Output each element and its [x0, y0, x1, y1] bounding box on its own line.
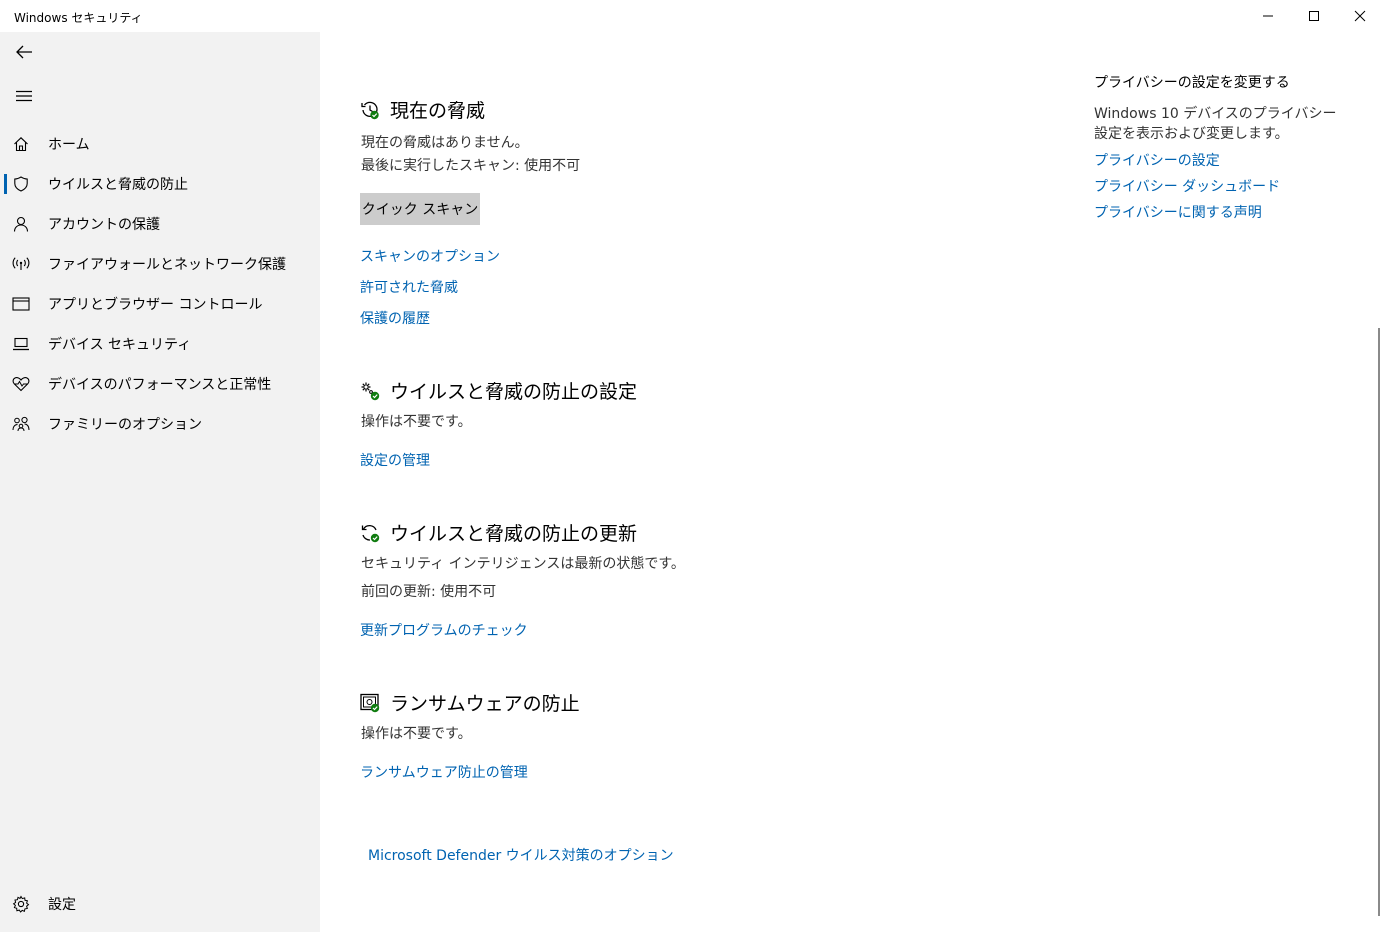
sidebar-item-account-protection[interactable]: アカウントの保護	[0, 204, 320, 244]
wireless-icon	[0, 244, 42, 284]
maximize-button[interactable]	[1291, 0, 1337, 32]
threat-status-text: 現在の脅威はありません。	[361, 135, 529, 151]
section-title: ウイルスと脅威の防止の更新	[390, 523, 638, 545]
sidebar-item-label: ウイルスと脅威の防止	[48, 177, 188, 193]
minimize-icon	[1263, 15, 1273, 17]
sidebar-item-home[interactable]: ホーム	[0, 124, 320, 164]
privacy-dashboard-link[interactable]: プライバシー ダッシュボード	[1094, 176, 1280, 196]
sidebar-item-label: アカウントの保護	[48, 217, 160, 233]
sidebar-item-label: アプリとブラウザー コントロール	[48, 297, 263, 313]
privacy-panel-title: プライバシーの設定を変更する	[1094, 75, 1290, 91]
home-icon	[0, 124, 42, 164]
sidebar-item-label: ファミリーのオプション	[48, 417, 202, 433]
sidebar-item-settings[interactable]: 設定	[0, 884, 320, 924]
hamburger-menu-icon	[16, 90, 32, 102]
sidebar-item-family-options[interactable]: ファミリーのオプション	[0, 404, 320, 444]
manage-ransomware-link[interactable]: ランサムウェア防止の管理	[360, 762, 528, 782]
selected-indicator	[4, 174, 7, 194]
privacy-statement-link[interactable]: プライバシーに関する声明	[1094, 202, 1262, 222]
ransomware-status-text: 操作は不要です。	[361, 726, 472, 742]
app-window-icon	[0, 284, 42, 324]
last-scan-text: 最後に実行したスキャン: 使用不可	[361, 158, 581, 174]
back-arrow-icon	[16, 45, 32, 59]
settings-status-text: 操作は不要です。	[361, 414, 472, 430]
scan-options-link[interactable]: スキャンのオプション	[360, 246, 500, 266]
ransomware-shield-icon	[360, 693, 380, 712]
heart-pulse-icon	[0, 364, 42, 404]
settings-gears-icon	[361, 382, 380, 400]
update-status-text: セキュリティ インテリジェンスは最新の状態です。	[361, 556, 685, 572]
sidebar-item-app-browser-control[interactable]: アプリとブラウザー コントロール	[0, 284, 320, 324]
section-title: ランサムウェアの防止	[390, 693, 580, 715]
maximize-icon	[1309, 11, 1319, 21]
close-icon	[1354, 10, 1366, 22]
quick-scan-button[interactable]: クイック スキャン	[360, 193, 480, 225]
close-button[interactable]	[1337, 0, 1383, 32]
title-bar: Windows セキュリティ	[0, 0, 1383, 32]
section-title: ウイルスと脅威の防止の設定	[390, 381, 638, 403]
privacy-panel-description: Windows 10 デバイスのプライバシー設定を表示および変更します。	[1094, 106, 1337, 142]
menu-button[interactable]	[0, 76, 48, 116]
sidebar-item-label: ファイアウォールとネットワーク保護	[48, 257, 286, 273]
protection-settings-header: ウイルスと脅威の防止の設定	[360, 377, 637, 404]
privacy-settings-link[interactable]: プライバシーの設定	[1094, 150, 1220, 170]
app-window: Windows セキュリティ ホーム ウイルスと脅威の防止 アカウントの保護 フ…	[0, 0, 1383, 932]
last-update-text: 前回の更新: 使用不可	[361, 584, 497, 600]
sidebar-item-firewall[interactable]: ファイアウォールとネットワーク保護	[0, 244, 320, 284]
history-check-icon	[361, 101, 379, 119]
check-updates-link[interactable]: 更新プログラムのチェック	[360, 620, 528, 640]
current-threats-header: 現在の脅威	[360, 96, 485, 123]
allowed-threats-link[interactable]: 許可された脅威	[360, 277, 458, 297]
back-button[interactable]	[0, 32, 48, 72]
window-title: Windows セキュリティ	[14, 11, 143, 25]
scrollbar[interactable]	[1378, 328, 1380, 916]
main-content: 現在の脅威 現在の脅威はありません。 最後に実行したスキャン: 使用不可 クイッ…	[320, 32, 1383, 932]
sidebar: ホーム ウイルスと脅威の防止 アカウントの保護 ファイアウォールとネットワーク保…	[0, 32, 320, 932]
ransomware-header: ランサムウェアの防止	[360, 689, 580, 716]
protection-updates-header: ウイルスと脅威の防止の更新	[360, 519, 637, 546]
person-icon	[0, 204, 42, 244]
refresh-check-icon	[361, 524, 380, 542]
defender-options-link[interactable]: Microsoft Defender ウイルス対策のオプション	[368, 845, 674, 865]
sidebar-item-label: デバイスのパフォーマンスと正常性	[48, 377, 272, 393]
protection-history-link[interactable]: 保護の履歴	[360, 308, 430, 328]
sidebar-item-label: デバイス セキュリティ	[48, 337, 192, 353]
family-icon	[0, 404, 42, 444]
sidebar-item-label: ホーム	[48, 137, 90, 153]
gear-icon	[0, 884, 42, 924]
sidebar-item-label: 設定	[48, 897, 76, 913]
sidebar-item-device-security[interactable]: デバイス セキュリティ	[0, 324, 320, 364]
minimize-button[interactable]	[1245, 0, 1291, 32]
sidebar-item-virus-protection[interactable]: ウイルスと脅威の防止	[0, 164, 320, 204]
sidebar-item-device-performance[interactable]: デバイスのパフォーマンスと正常性	[0, 364, 320, 404]
section-title: 現在の脅威	[390, 100, 486, 122]
manage-settings-link[interactable]: 設定の管理	[360, 450, 430, 470]
laptop-icon	[0, 324, 42, 364]
